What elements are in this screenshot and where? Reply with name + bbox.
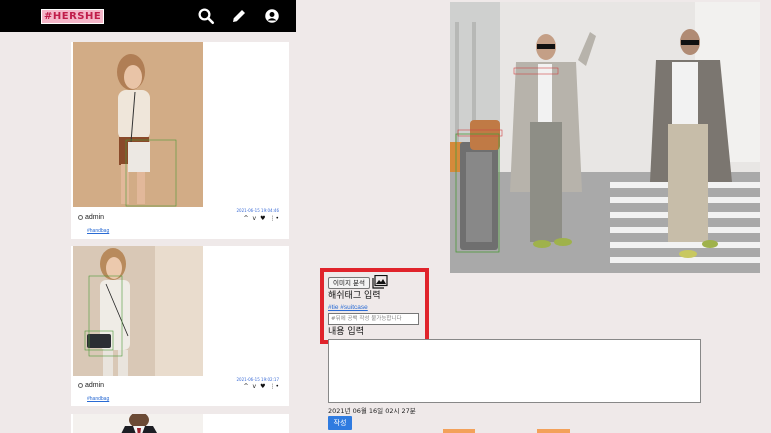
image-upload-icon[interactable] bbox=[372, 274, 388, 289]
pencil-icon[interactable] bbox=[229, 6, 249, 26]
post-author-name: admin bbox=[85, 214, 105, 221]
content-textarea[interactable] bbox=[328, 339, 701, 403]
feed-scrollbar[interactable] bbox=[296, 0, 323, 433]
post-author-name: admin bbox=[85, 382, 105, 389]
more-icon[interactable]: ⋮• bbox=[269, 383, 279, 390]
more-icon[interactable]: ⋮• bbox=[269, 215, 279, 222]
post-author[interactable]: admin bbox=[78, 382, 104, 389]
account-icon[interactable] bbox=[262, 6, 282, 26]
user-icon bbox=[78, 215, 83, 220]
post-date: 2021년 06월 16일 02시 27분 bbox=[328, 407, 416, 415]
post-image[interactable] bbox=[73, 246, 203, 376]
post-timestamp: 2021-06-15 19:02:17 bbox=[236, 377, 279, 382]
heart-icon[interactable]: ♥ bbox=[260, 383, 265, 390]
detected-tags[interactable]: #tie #suitcase bbox=[328, 304, 368, 311]
post-actions: ^ v ♥ ⋮• bbox=[243, 215, 279, 222]
post-card[interactable]: 2021-06-15 19:02:17 admin ^ v ♥ ⋮• #hand… bbox=[71, 246, 289, 406]
post-image[interactable] bbox=[73, 414, 203, 433]
heart-icon[interactable]: ♥ bbox=[260, 215, 265, 222]
upvote-icon[interactable]: ^ bbox=[243, 215, 248, 222]
analyzed-image bbox=[450, 2, 760, 273]
post-hashtag[interactable]: #handbag bbox=[87, 228, 109, 234]
post-image[interactable] bbox=[73, 42, 203, 207]
post-card[interactable] bbox=[71, 414, 289, 433]
downvote-icon[interactable]: v bbox=[253, 215, 257, 222]
submit-button[interactable]: 작성 bbox=[328, 416, 352, 430]
post-card[interactable]: 2021-06-15 19:04:46 admin ^ v ♥ ⋮• #hand… bbox=[71, 42, 289, 239]
screen: #HERSHE 2021-06-15 19:04:46 admin ^ v ♥ … bbox=[0, 0, 771, 433]
app-logo[interactable]: #HERSHE bbox=[41, 9, 105, 24]
post-hashtag[interactable]: #handbag bbox=[87, 396, 109, 402]
upvote-icon[interactable]: ^ bbox=[243, 383, 248, 390]
user-icon bbox=[78, 383, 83, 388]
post-timestamp: 2021-06-15 19:04:46 bbox=[236, 208, 279, 213]
top-app-bar: #HERSHE bbox=[0, 0, 296, 32]
downvote-icon[interactable]: v bbox=[253, 383, 257, 390]
post-actions: ^ v ♥ ⋮• bbox=[243, 383, 279, 390]
bottom-bar-segment bbox=[443, 429, 475, 433]
hashtag-label: 해쉬태그 입력 bbox=[328, 291, 381, 301]
feed-pane: #HERSHE 2021-06-15 19:04:46 admin ^ v ♥ … bbox=[0, 0, 296, 433]
content-label: 내용 입력 bbox=[328, 327, 364, 337]
post-author[interactable]: admin bbox=[78, 214, 104, 221]
search-icon[interactable] bbox=[196, 6, 216, 26]
bottom-bar-segment bbox=[537, 429, 570, 433]
